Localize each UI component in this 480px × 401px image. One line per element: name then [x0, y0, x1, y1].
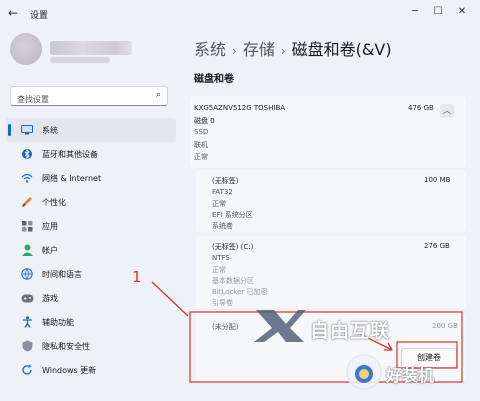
annotation-number: 1	[132, 268, 142, 286]
watermark-text: 自由互联	[310, 320, 391, 342]
annotation-overlay	[151, 281, 463, 383]
watermark-x-logo	[254, 310, 306, 342]
watermark-logo	[346, 354, 382, 390]
watermark-text: 好装机	[386, 366, 435, 385]
watermark: 自由互联	[252, 308, 389, 348]
annotation-arrow	[151, 281, 189, 317]
